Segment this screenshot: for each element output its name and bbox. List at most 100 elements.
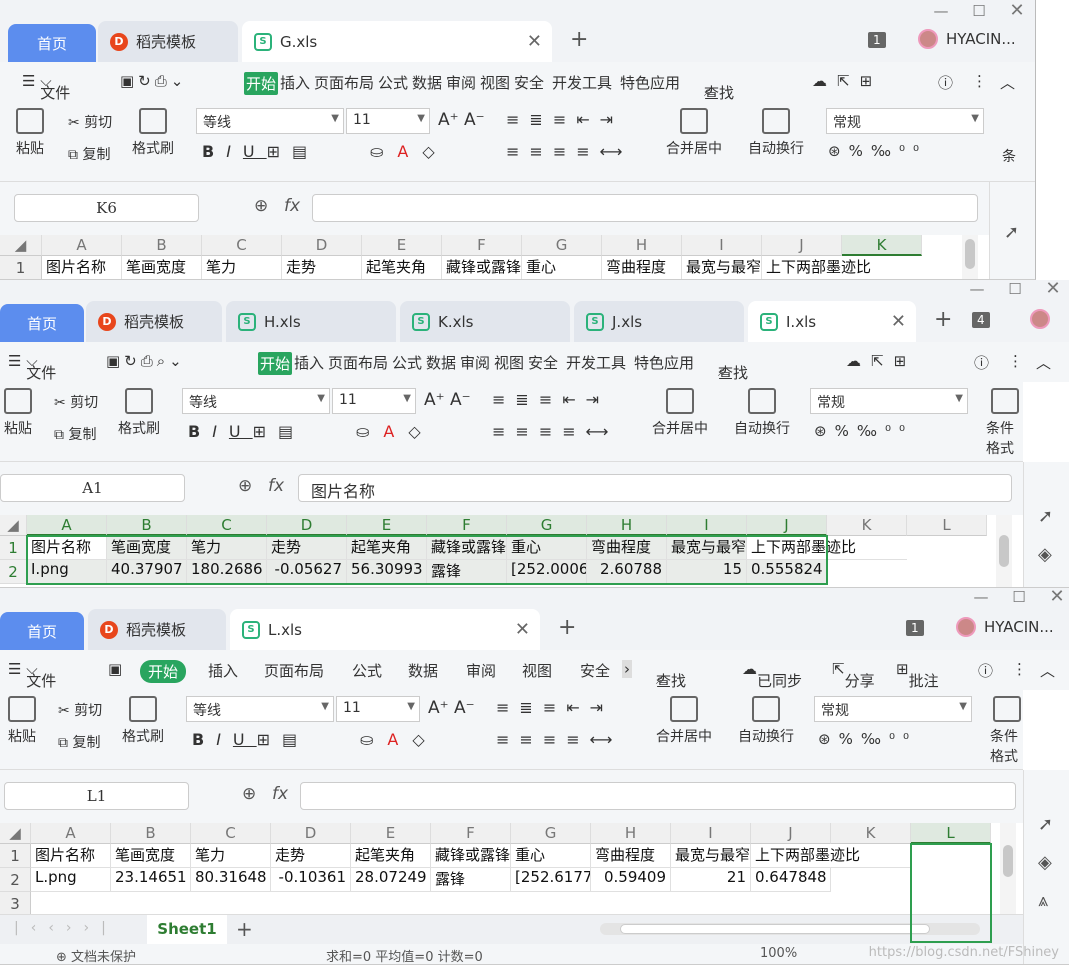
tab-data[interactable]: 数据 (426, 352, 456, 373)
number-format-select[interactable]: 常规 ▼ (810, 388, 968, 414)
format-painter-button[interactable]: 格式刷 (132, 108, 174, 158)
user-account[interactable] (1030, 309, 1058, 329)
cell[interactable]: 走势 (282, 256, 362, 279)
col-header[interactable]: H (602, 235, 682, 256)
cell[interactable]: 藏锋或露锋 (442, 256, 522, 279)
cell[interactable]: 露锋 (431, 868, 511, 892)
row-header[interactable]: 2 (0, 868, 31, 892)
scroll-thumb[interactable] (965, 239, 975, 269)
align-buttons-bottom[interactable]: ≡≡≡≡⟷ (506, 142, 633, 161)
col-header[interactable]: F (442, 235, 522, 256)
font-name-select[interactable]: 等线 ▼ (186, 696, 334, 722)
col-header[interactable]: K (831, 823, 911, 844)
cell[interactable]: 23.14651 (111, 868, 191, 892)
help-icon[interactable]: ⓘ (978, 660, 993, 681)
collapse-ribbon-icon[interactable]: ︿ (1040, 660, 1055, 681)
user-account[interactable]: HYACIN... (918, 29, 1016, 49)
cell[interactable]: 重心 (511, 844, 591, 868)
col-header[interactable]: A (31, 823, 111, 844)
align-buttons-bottom[interactable]: ≡≡≡≡⟷ (496, 730, 623, 749)
tab-file-l[interactable]: S L.xls ✕ (230, 609, 540, 650)
col-header[interactable]: D (267, 515, 347, 536)
collapse-ribbon-icon[interactable]: ︿ (1000, 72, 1015, 93)
maximize-icon[interactable]: ☐ (1004, 280, 1026, 298)
scroll-thumb[interactable] (1003, 845, 1013, 877)
close-icon[interactable]: ✕ (1006, 0, 1028, 21)
col-header[interactable]: I (682, 235, 762, 256)
color-buttons[interactable]: ⛀A◇ (370, 142, 449, 161)
font-style-buttons[interactable]: BIU⊞▤ (202, 142, 319, 161)
tab-view[interactable]: 视图 (522, 660, 552, 681)
maximize-icon[interactable]: ☐ (968, 2, 990, 20)
auto-wrap-button[interactable]: 自动换行 (748, 108, 804, 158)
col-header[interactable]: A (42, 235, 122, 256)
cell[interactable]: L.png (31, 868, 111, 892)
cell[interactable]: 28.07249 (351, 868, 431, 892)
col-header[interactable]: G (507, 515, 587, 536)
cell[interactable]: 0.647848 (751, 868, 831, 892)
tab-data[interactable]: 数据 (412, 72, 442, 93)
cell[interactable]: 最宽与最窄 (667, 536, 747, 560)
new-tab-icon[interactable]: + (934, 307, 952, 332)
col-header[interactable]: H (591, 823, 671, 844)
hscroll-thumb[interactable] (620, 924, 930, 934)
more-tabs-icon[interactable]: › (622, 660, 632, 678)
cell[interactable]: 弯曲程度 (591, 844, 671, 868)
row-header[interactable]: 3 (0, 892, 31, 916)
formula-input[interactable] (312, 194, 978, 222)
align-buttons-top[interactable]: ≡≣≡⇤⇥ (496, 698, 613, 717)
cell[interactable]: 上下两部墨迹比 (747, 536, 907, 560)
merge-center-button[interactable]: 合并居中 (656, 696, 712, 746)
more-icon[interactable]: ⋮ (1012, 660, 1027, 678)
select-all-corner[interactable]: ◢ (0, 515, 27, 536)
share-button[interactable]: ⇱ 分享 (832, 660, 875, 690)
more-icon[interactable]: ⋮ (1008, 352, 1023, 370)
tab-start[interactable]: 开始 (244, 72, 279, 95)
number-format-buttons[interactable]: ⊛%‰⁰⁰ (818, 730, 917, 748)
zoom-level[interactable]: 100% (760, 946, 797, 961)
sheet-tab[interactable]: Sheet1 (147, 915, 227, 944)
collapse-ribbon-icon[interactable]: ︿ (1036, 352, 1051, 373)
col-header[interactable]: A (27, 515, 107, 536)
cell[interactable]: 21 (671, 868, 751, 892)
font-size-adjust-icons[interactable]: A⁺ A⁻ (438, 110, 485, 130)
cell[interactable]: 0.555824 (747, 560, 827, 584)
cut-button[interactable]: ✂ 剪切 (54, 392, 98, 412)
col-header[interactable]: L (907, 515, 987, 536)
cut-button[interactable]: ✂ 剪切 (68, 112, 112, 132)
tab-file-j[interactable]: S J.xls (574, 301, 744, 342)
horizontal-scrollbar[interactable] (600, 923, 980, 935)
cell[interactable]: 图片名称 (31, 844, 111, 868)
file-menu[interactable]: ☰ 文件 ⌵ (8, 660, 56, 690)
tab-count-badge[interactable]: 1 (906, 620, 924, 636)
col-header[interactable]: G (522, 235, 602, 256)
col-header[interactable]: K (827, 515, 907, 536)
col-header[interactable]: B (111, 823, 191, 844)
copy-button[interactable]: ⧉ 复制 (58, 732, 100, 752)
cell[interactable]: 0.59409 (591, 868, 671, 892)
row-header[interactable]: 1 (0, 536, 27, 560)
more-icon[interactable]: ⋮ (972, 72, 987, 90)
sync-button[interactable]: ☁ 已同步 (742, 660, 802, 690)
minimize-icon[interactable]: — (966, 280, 988, 298)
align-buttons-bottom[interactable]: ≡≡≡≡⟷ (492, 422, 619, 441)
sheet-grid[interactable]: ◢ A B C D E F G H I J K 1 图片名称 笔画宽度 笔力 走… (0, 235, 1035, 279)
cell[interactable]: 起笔夹角 (362, 256, 442, 279)
cursor-icon[interactable]: ➚ (1004, 222, 1019, 243)
row-header[interactable]: 1 (0, 256, 42, 279)
tab-file-g[interactable]: S G.xls ✕ (242, 21, 552, 62)
cell[interactable]: 图片名称 (42, 256, 122, 279)
tab-dev-tools[interactable]: 开发工具 (566, 352, 626, 373)
quick-access-icons[interactable]: ▣↻⎙⌄ (120, 72, 187, 90)
cell[interactable]: 藏锋或露锋 (431, 844, 511, 868)
fx-button[interactable]: fx (284, 196, 300, 216)
number-format-buttons[interactable]: ⊛%‰⁰⁰ (828, 142, 927, 160)
col-header[interactable]: J (747, 515, 827, 536)
col-header-selected[interactable]: K (842, 235, 922, 256)
tab-home[interactable]: 首页 (0, 612, 84, 650)
cell[interactable]: 弯曲程度 (587, 536, 667, 560)
col-header[interactable]: G (511, 823, 591, 844)
col-header[interactable]: C (191, 823, 271, 844)
toolbar-right-icons[interactable]: ☁⇱⊞ (846, 352, 916, 370)
minimize-icon[interactable]: — (930, 2, 952, 20)
